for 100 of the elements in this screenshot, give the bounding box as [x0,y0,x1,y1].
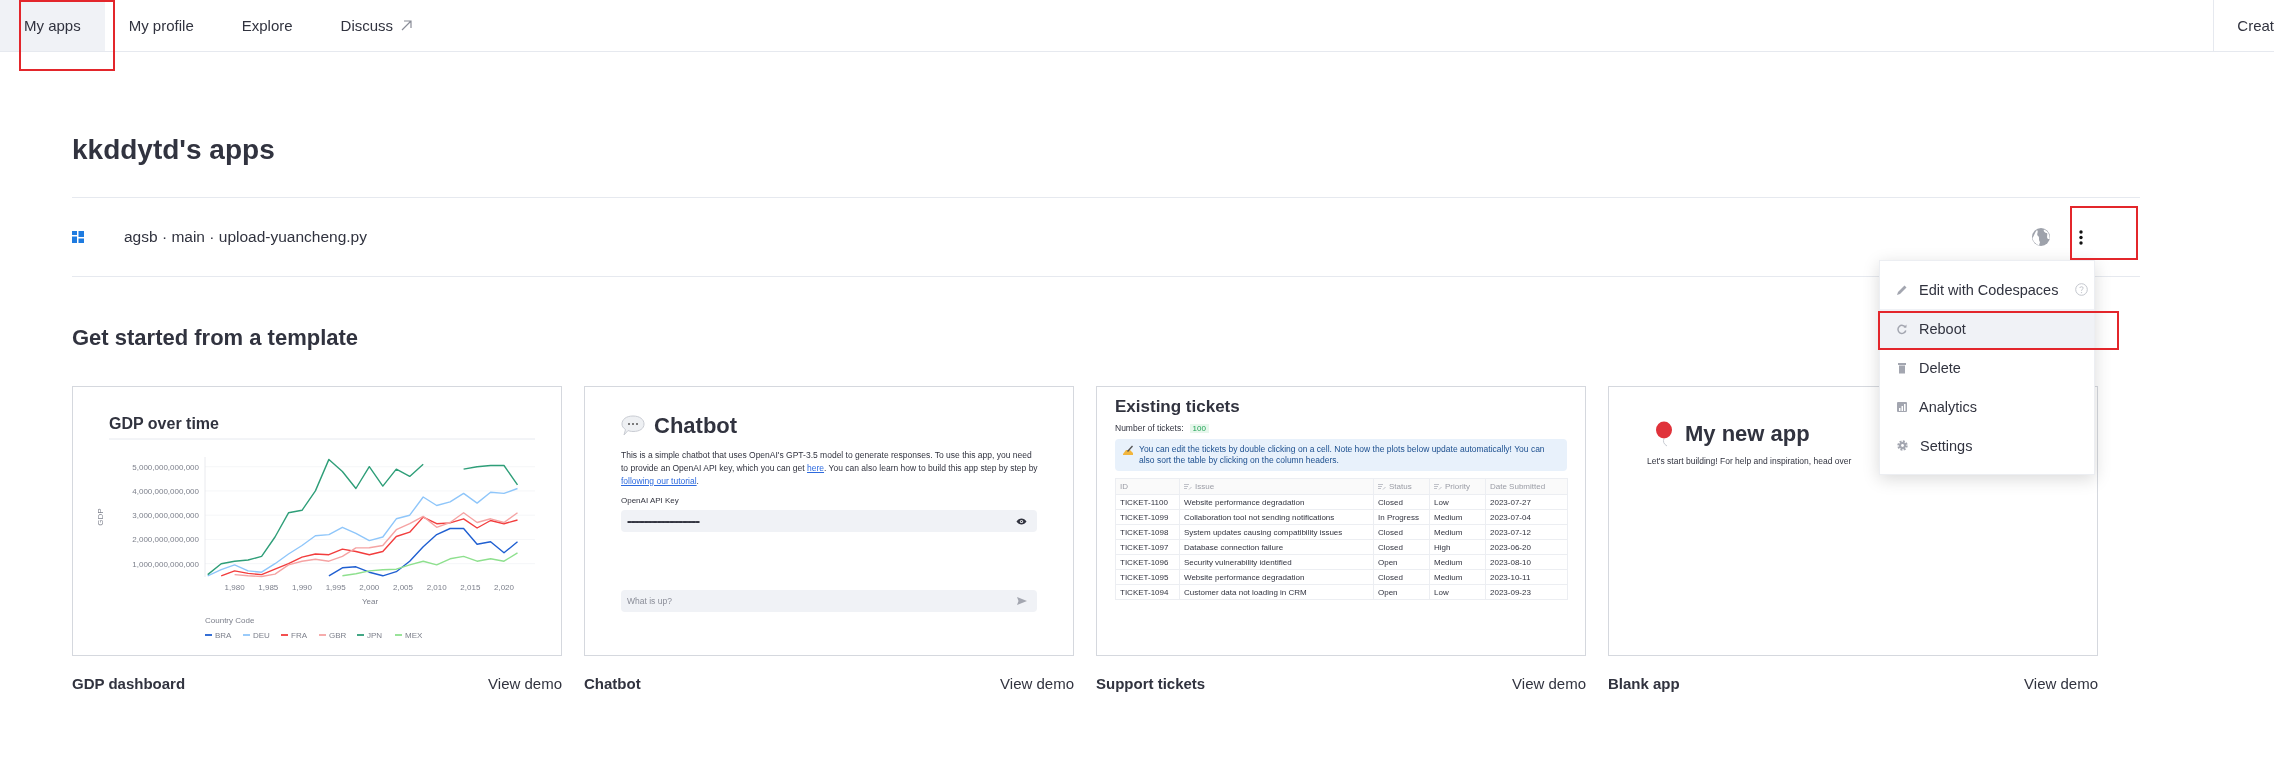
preview-text: Let's start building! For help and inspiration, head over [1647,456,1852,466]
balloon-icon [1655,421,1673,447]
table-cell: 2023-10-11 [1485,569,1568,585]
template-name: Chatbot [584,674,641,694]
nav-tab[interactable]: My apps [0,0,105,51]
legend-label: FRA [291,631,308,640]
tick-label: 2,020 [494,583,515,592]
table-cell: TICKET-1095 [1115,569,1180,585]
table-cell: Website performance degradation [1179,569,1374,585]
send-icon[interactable] [1017,597,1027,605]
view-demo-link[interactable]: View demo [2024,674,2098,694]
page-title: kkddytd's apps [72,133,275,167]
table-cell: Customer data not loading in CRM [1179,584,1374,600]
tick-label: 1,980 [224,583,245,592]
edit-column-icon [1378,483,1386,490]
table-cell: Closed [1373,539,1430,555]
table-cell: Medium [1429,569,1486,585]
table-cell: TICKET-1098 [1115,524,1180,540]
nav-tab[interactable]: Discuss [316,0,437,51]
template-name: Blank app [1608,674,1680,694]
menu-item[interactable]: Reboot [1880,309,2094,348]
table-cell: Medium [1429,509,1486,525]
table-cell: 2023-09-23 [1485,584,1568,600]
table-cell: System updates causing compatibility issues [1179,524,1374,540]
view-demo-link[interactable]: View demo [488,674,562,694]
pencil-icon [1896,283,1908,296]
table-cell: Medium [1429,524,1486,540]
tick-label: 2,000 [359,583,380,592]
tick-label: 1,985 [258,583,279,592]
template-name: Support tickets [1096,674,1206,694]
table-cell: Collaboration tool not sending notifications [1179,509,1374,525]
legend-item: DEU [242,631,270,640]
table-cell: Open [1373,554,1430,570]
section-title: Get started from a template [72,324,359,352]
table-cell: Medium [1429,554,1486,570]
globe-icon[interactable] [2031,227,2051,247]
view-demo-link[interactable]: View demo [1512,674,1586,694]
legend-label: GBR [329,631,347,640]
tick-label: 2,000,000,000,000 [132,535,199,545]
legend-item: BRA [204,631,232,640]
menu-item[interactable]: Delete [1880,348,2094,387]
edit-column-icon [1184,483,1192,490]
chart-title: GDP over time [109,415,219,432]
legend-item: FRA [280,631,307,640]
speech-bubble-icon [621,415,645,437]
axis-label: Year [361,597,379,606]
table-cell: Closed [1373,494,1430,510]
field-label: OpenAI API Key [621,496,680,505]
table-cell: Open [1373,584,1430,600]
view-demo-link[interactable]: View demo [1000,674,1074,694]
table-cell: 2023-07-12 [1485,524,1568,540]
more-vertical-icon [2079,229,2083,245]
table-cell: Closed [1373,569,1430,585]
table-cell: Database connection failure [1179,539,1374,555]
table-cell: TICKET-1099 [1115,509,1180,525]
tick-label: 2,015 [460,583,481,592]
tick-label: 1,000,000,000,000 [132,559,199,569]
help-icon[interactable] [2075,283,2089,296]
legend-item: MEX [394,631,423,640]
legend-label: MEX [405,631,423,640]
table-cell: TICKET-1094 [1115,584,1180,600]
link[interactable]: following our tutorial [621,476,697,486]
edit-column-icon [1434,483,1442,490]
chart-icon [1896,400,1908,413]
tick-label: 1,990 [291,583,312,592]
table-cell: Security vulnerability identified [1179,554,1374,570]
eye-icon[interactable] [1016,517,1027,525]
table-cell: 2023-07-27 [1485,494,1568,510]
table-cell: 2023-07-04 [1485,509,1568,525]
tick-label: 3,000,000,000,000 [132,511,199,521]
legend-label: DEU [253,631,271,640]
table-cell: Closed [1373,524,1430,540]
password-field[interactable]: ••••••••••••••••••••••••••••••••••••••••••••••••••••••• [621,510,1037,532]
description-text: This is a simple chatbot that uses OpenAI's GPT-3.5 model to generate responses. To use this app, you need to provide an OpenAI API key, which you can get here. You can also learn how to build this app step by step by following our tutorial. [621,449,1039,488]
menu-item[interactable]: Analytics [1880,387,2094,426]
preview-title: My new app [1685,421,1810,447]
legend-label: BRA [215,631,233,640]
table-cell: High [1429,539,1486,555]
count-badge: 100 [1189,423,1209,433]
external-link-icon [401,20,413,31]
tick-label: 2,005 [393,583,413,592]
table-cell: 2023-06-20 [1485,539,1568,555]
preview-title: Existing tickets [1115,397,1241,417]
legend-item: GBR [318,631,347,640]
table-cell: TICKET-1100 [1115,494,1180,510]
tick-label: 4,000,000,000,000 [132,486,199,496]
table-cell: TICKET-1097 [1115,539,1180,555]
legend-item: JPN [356,631,383,640]
table-cell: In Progress [1373,509,1430,525]
nav-tab[interactable]: Explore [217,0,317,51]
count-label: Number of tickets: [1115,423,1184,433]
table-cell: Low [1429,494,1486,510]
trash-icon [1896,361,1908,374]
menu-item[interactable]: Edit with Codespaces [1880,270,2094,309]
nav-tab[interactable]: My profile [104,0,218,51]
template-name: GDP dashboard [72,674,186,694]
refresh-icon [1896,322,1908,335]
app-name[interactable]: agsb · main · upload-yuancheng.py [124,228,367,246]
menu-item[interactable]: Settings [1880,426,2094,465]
create-button[interactable]: Creat [2213,0,2274,51]
